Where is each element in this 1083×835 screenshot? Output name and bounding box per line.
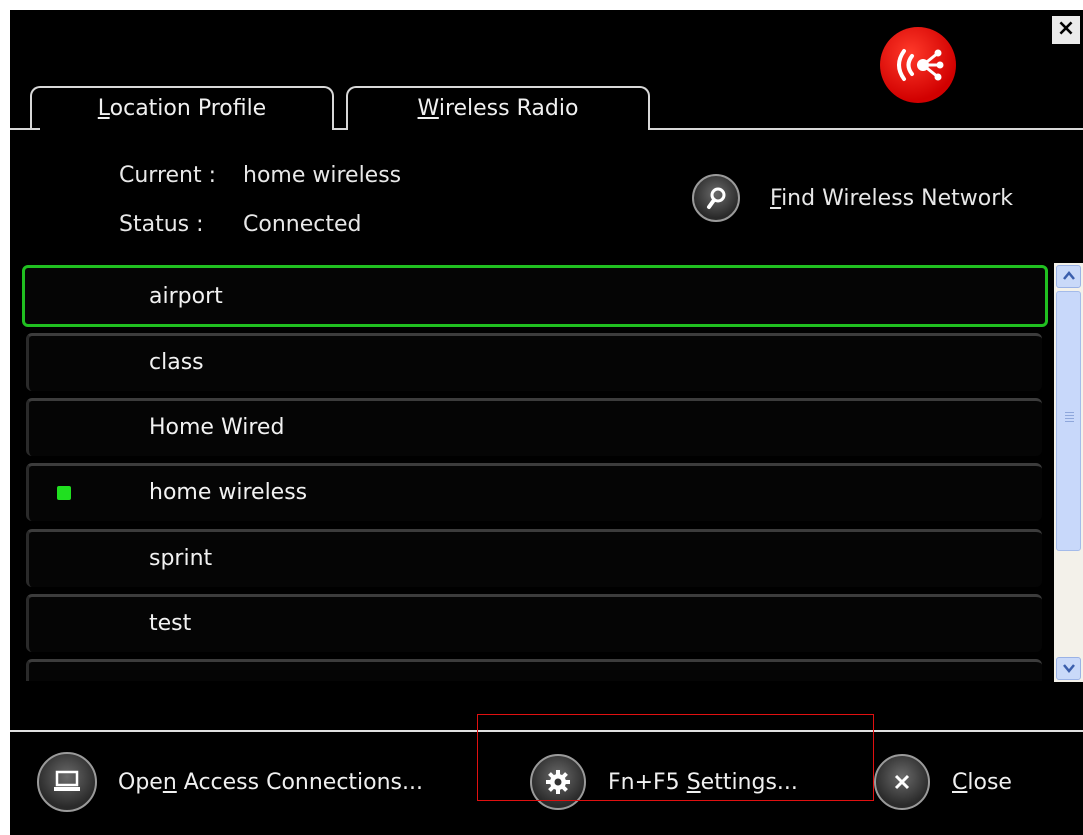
- profile-row-airport[interactable]: airport: [22, 265, 1048, 327]
- scroll-down-button[interactable]: [1056, 657, 1081, 680]
- profile-row-home-wired[interactable]: Home Wired: [26, 398, 1042, 456]
- open-access-pre: Ope: [118, 770, 163, 795]
- open-access-mnemonic: n: [162, 770, 177, 795]
- profile-row-partial[interactable]: [26, 659, 1042, 681]
- tab-mnemonic: W: [417, 96, 439, 121]
- current-value: home wireless: [243, 163, 402, 188]
- current-label: Current :: [119, 163, 217, 188]
- find-network-label: ind Wireless Network: [781, 186, 1013, 211]
- profile-name: airport: [149, 284, 223, 309]
- scroll-up-button[interactable]: [1056, 265, 1081, 288]
- find-network-link[interactable]: Find Wireless Network: [770, 186, 1013, 211]
- highlight-annotation-box: [477, 714, 874, 801]
- tab-mnemonic: L: [97, 96, 110, 121]
- find-network-button[interactable]: [692, 174, 740, 222]
- connected-indicator-icon: [57, 486, 71, 500]
- chevron-down-icon: [1062, 664, 1075, 673]
- close-button[interactable]: [874, 754, 930, 810]
- profile-list-scrollbar[interactable]: [1054, 263, 1083, 682]
- open-access-post: Access Connections...: [176, 770, 424, 795]
- profile-name: sprint: [149, 546, 213, 571]
- profile-row-test[interactable]: test: [26, 594, 1042, 652]
- close-circle-icon: [894, 774, 910, 790]
- tab-label: ireless Radio: [438, 96, 579, 121]
- scroll-thumb[interactable]: [1056, 291, 1081, 551]
- close-mnemonic: C: [952, 770, 968, 795]
- laptop-icon: [54, 770, 80, 791]
- tab-wireless-radio[interactable]: Wireless Radio: [346, 86, 650, 130]
- open-access-link[interactable]: Open Access Connections...: [118, 770, 423, 795]
- status-value: Connected: [243, 212, 362, 237]
- magnifier-icon: [707, 187, 726, 209]
- open-access-button[interactable]: [37, 752, 97, 812]
- tab-label: ocation Profile: [109, 96, 267, 121]
- window-close-button[interactable]: ×: [1052, 16, 1080, 44]
- profile-row-sprint[interactable]: sprint: [26, 529, 1042, 587]
- profile-row-class[interactable]: class: [26, 333, 1042, 391]
- profile-name: Home Wired: [149, 415, 285, 440]
- tab-baseline: [648, 128, 1083, 130]
- close-link[interactable]: Close: [952, 770, 1012, 795]
- profile-row-home-wireless[interactable]: home wireless: [26, 463, 1042, 521]
- close-post: lose: [967, 770, 1012, 795]
- find-network-mnemonic: F: [770, 186, 782, 211]
- grip-icon: [1065, 412, 1074, 424]
- chevron-up-icon: [1062, 271, 1075, 280]
- status-label: Status :: [119, 212, 204, 237]
- profile-name: test: [149, 611, 192, 636]
- profile-list[interactable]: airport class Home Wired home wireless s…: [22, 263, 1050, 681]
- profile-name: home wireless: [149, 480, 308, 505]
- tab-location-profile[interactable]: Location Profile: [30, 86, 334, 130]
- profile-name: class: [149, 350, 204, 375]
- wireless-broadcast-icon: [880, 27, 956, 103]
